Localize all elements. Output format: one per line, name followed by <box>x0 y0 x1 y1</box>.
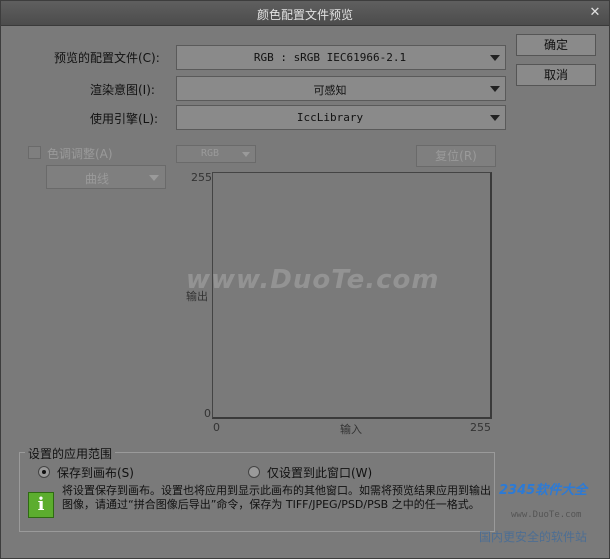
chevron-down-icon <box>149 175 159 181</box>
tone-adjust-label: 色调调整(A) <box>47 147 113 161</box>
channel-select[interactable]: RGB <box>176 145 256 163</box>
engine-value: IccLibrary <box>296 111 364 124</box>
save-to-canvas-label[interactable]: 保存到画布(S) <box>57 464 134 481</box>
x-axis-label: 输入 <box>340 423 362 436</box>
chevron-down-icon <box>490 55 500 61</box>
scope-group-title: 设置的应用范围 <box>25 445 116 462</box>
brand-slogan: 国内更安全的软件站 <box>479 530 588 544</box>
title-bar[interactable]: 颜色配置文件预览 ✕ <box>1 1 609 26</box>
profile-value: RGB : sRGB IEC61966-2.1 <box>253 51 407 64</box>
info-icon: i <box>28 492 54 518</box>
cancel-button[interactable]: 取消 <box>516 64 596 86</box>
intent-value: 可感知 <box>313 84 347 97</box>
y-axis-max: 255 <box>191 171 212 184</box>
this-window-only-radio[interactable] <box>248 466 260 478</box>
scope-description: 将设置保存到画布。设置也将应用到显示此画布的其他窗口。如需将预览结果应用到输出图… <box>62 484 491 511</box>
brand-logo-text: 2345软件大全 <box>499 483 588 498</box>
curve-select[interactable]: 曲线 <box>46 165 166 189</box>
watermark-text: www.DuoTe.com <box>186 265 440 295</box>
chevron-down-icon <box>490 115 500 121</box>
dialog-window: 颜色配置文件预览 ✕ 预览的配置文件(C): RGB : sRGB IEC619… <box>0 0 610 559</box>
window-title: 颜色配置文件预览 <box>256 8 353 22</box>
save-to-canvas-radio[interactable] <box>38 466 50 478</box>
reset-button[interactable]: 复位(R) <box>416 145 496 167</box>
tone-adjust-checkbox[interactable] <box>28 146 41 159</box>
chevron-down-icon <box>242 152 250 157</box>
engine-label: 使用引擎(L): <box>90 112 159 126</box>
intent-select[interactable]: 可感知 <box>176 76 506 101</box>
y-axis-min: 0 <box>204 407 211 420</box>
curve-value: 曲线 <box>85 172 110 186</box>
this-window-only-label[interactable]: 仅设置到此窗口(W) <box>267 464 372 481</box>
x-axis-max: 255 <box>470 421 491 434</box>
tone-curve-graph[interactable] <box>212 172 492 419</box>
ok-button[interactable]: 确定 <box>516 34 596 56</box>
intent-label: 渲染意图(I): <box>90 83 155 97</box>
x-axis-min: 0 <box>213 421 220 434</box>
profile-select[interactable]: RGB : sRGB IEC61966-2.1 <box>176 45 506 70</box>
channel-value: RGB <box>201 148 220 159</box>
close-icon[interactable]: ✕ <box>587 5 603 21</box>
engine-select[interactable]: IccLibrary <box>176 105 506 130</box>
profile-label: 预览的配置文件(C): <box>54 51 160 65</box>
chevron-down-icon <box>490 86 500 92</box>
brand-url: www.DuoTe.com <box>511 510 582 520</box>
